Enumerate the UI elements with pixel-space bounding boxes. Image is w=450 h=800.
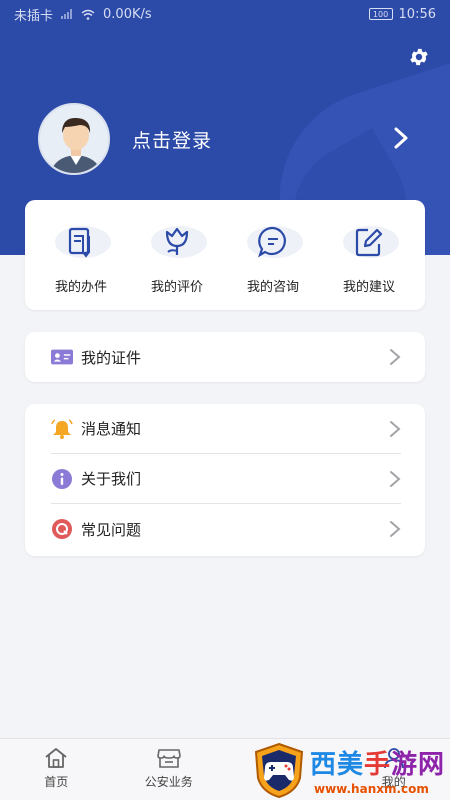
- watermark-title-part: 西美: [310, 750, 365, 780]
- store-icon: [156, 749, 181, 768]
- question-icon: [51, 518, 73, 540]
- quick-action-my-cases[interactable]: 我的办件: [35, 200, 127, 310]
- quick-action-my-inquiries[interactable]: 我的咨询: [227, 200, 319, 310]
- watermark-title-part: 游网: [391, 750, 446, 780]
- watermark-title: 西美手游网: [310, 744, 445, 781]
- menu-item-label: 我的证件: [81, 348, 142, 367]
- quick-action-label: 我的建议: [342, 280, 395, 295]
- menu-item-my-certificates[interactable]: 我的证件: [25, 332, 425, 382]
- chevron-right-icon: [390, 349, 401, 365]
- status-time: 10:56: [398, 6, 436, 22]
- certificates-card: 我的证件: [25, 332, 425, 382]
- menu-item-label: 关于我们: [81, 470, 142, 488]
- quick-action-my-suggestions[interactable]: 我的建议: [323, 200, 415, 310]
- profile-login[interactable]: 点击登录: [38, 103, 212, 175]
- gear-icon[interactable]: [408, 46, 430, 68]
- chevron-right-icon: [390, 420, 401, 437]
- chat-bubble-icon: [247, 226, 303, 258]
- network-speed: 0.00K/s: [103, 6, 152, 22]
- wifi-icon: [81, 9, 95, 20]
- document-edit-icon: [55, 226, 111, 258]
- quick-action-label: 我的咨询: [246, 280, 299, 295]
- chevron-right-icon[interactable]: [392, 126, 410, 150]
- carrier-text: 未插卡: [14, 8, 54, 24]
- tab-home[interactable]: 首页: [0, 739, 113, 800]
- status-bar: 未插卡 0.00K/s 100 10:56: [0, 0, 450, 28]
- quick-actions-card: 我的办件 我的评价 我的咨询 我的建议: [25, 200, 425, 310]
- info-icon: [51, 468, 73, 490]
- pencil-square-icon: [343, 226, 399, 258]
- flower-icon: [151, 226, 207, 258]
- quick-action-my-reviews[interactable]: 我的评价: [131, 200, 223, 310]
- avatar: [38, 103, 110, 175]
- tab-police-services[interactable]: 公安业务: [113, 739, 226, 800]
- id-card-icon: [51, 346, 73, 368]
- login-text: 点击登录: [132, 129, 213, 152]
- signal-icon: [61, 9, 73, 19]
- menu-item-label: 消息通知: [81, 420, 142, 438]
- menu-item-faq[interactable]: 常见问题: [25, 504, 425, 554]
- chevron-right-icon: [390, 521, 401, 537]
- menu-item-about-us[interactable]: 关于我们: [51, 454, 401, 504]
- watermark-url: www.hanxm.com: [314, 782, 429, 796]
- watermark-logo: 西美手游网 www.hanxm.com: [248, 740, 448, 800]
- tab-label: 公安业务: [144, 775, 193, 789]
- quick-action-label: 我的评价: [150, 280, 203, 295]
- battery-icon: 100: [368, 8, 393, 20]
- bell-icon: [51, 418, 73, 440]
- gamepad-shield-icon: [254, 742, 304, 798]
- menu-item-notifications[interactable]: 消息通知: [51, 404, 401, 454]
- chevron-right-icon: [390, 470, 401, 487]
- menu-item-label: 常见问题: [81, 520, 142, 539]
- watermark-title-part: 手: [364, 750, 392, 780]
- menu-list-card: 消息通知 关于我们 常见问题: [25, 404, 425, 556]
- home-icon: [45, 748, 67, 768]
- quick-action-label: 我的办件: [54, 280, 107, 295]
- tab-label: 首页: [44, 775, 69, 789]
